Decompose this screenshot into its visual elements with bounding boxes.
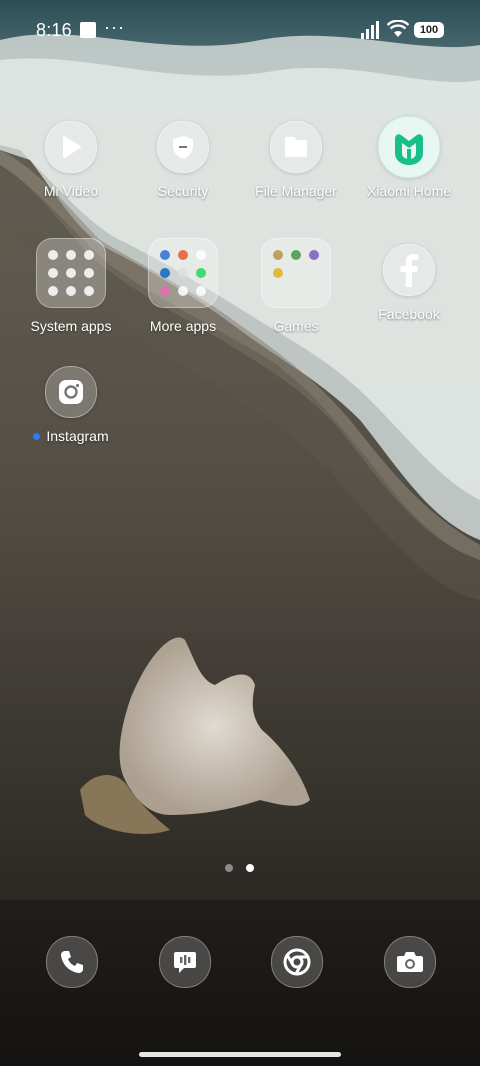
app-facebook[interactable]: Facebook	[354, 244, 464, 322]
play-icon	[45, 121, 97, 173]
app-file-manager[interactable]: File Manager	[241, 121, 351, 199]
app-label: Xiaomi Home	[366, 183, 452, 199]
mi-home-logo	[378, 116, 440, 178]
app-label: Security	[157, 183, 209, 199]
app-label: More apps	[149, 318, 217, 334]
page-dot[interactable]	[225, 864, 233, 872]
app-instagram[interactable]: Instagram	[16, 366, 126, 444]
folder-more-apps[interactable]: More apps	[128, 238, 238, 334]
app-label: Mi Video	[43, 183, 99, 199]
phone-icon	[61, 951, 83, 973]
app-label: Instagram	[16, 428, 126, 444]
status-time: 8:16	[36, 20, 72, 40]
signal-icon	[361, 21, 379, 39]
messages-icon	[174, 952, 196, 973]
status-bar: 8:16 ··· 100	[0, 0, 480, 62]
page-dot-active[interactable]	[246, 864, 254, 872]
new-app-indicator	[33, 432, 41, 440]
notification-icon	[80, 22, 96, 38]
app-label: Facebook	[378, 306, 440, 322]
app-security[interactable]: Security	[128, 121, 238, 199]
folder-icon	[36, 238, 106, 308]
folder-system-apps[interactable]: System apps	[16, 238, 126, 334]
shield-icon	[157, 121, 209, 173]
folder-icon	[270, 121, 322, 173]
app-label: File Manager	[255, 183, 337, 199]
app-label: Games	[273, 318, 319, 334]
folder-icon	[261, 238, 331, 308]
instagram-icon	[45, 366, 97, 418]
dock-messages[interactable]	[159, 936, 211, 988]
battery-indicator: 100	[414, 22, 444, 38]
more-notifications-icon: ···	[104, 17, 125, 37]
dock-chrome[interactable]	[271, 936, 323, 988]
app-mi-video[interactable]: Mi Video	[16, 121, 126, 199]
dock-camera[interactable]	[384, 936, 436, 988]
wifi-icon	[387, 20, 409, 37]
app-label: System apps	[30, 318, 112, 334]
folder-icon	[148, 238, 218, 308]
facebook-icon	[383, 244, 435, 296]
folder-games[interactable]: Games	[241, 238, 351, 334]
chrome-icon	[283, 948, 311, 976]
dock-phone[interactable]	[46, 936, 98, 988]
gesture-home-bar[interactable]	[139, 1052, 341, 1057]
page-indicator[interactable]	[225, 864, 255, 872]
app-xiaomi-home[interactable]: Xiaomi Home	[354, 116, 464, 199]
camera-icon	[397, 952, 423, 972]
